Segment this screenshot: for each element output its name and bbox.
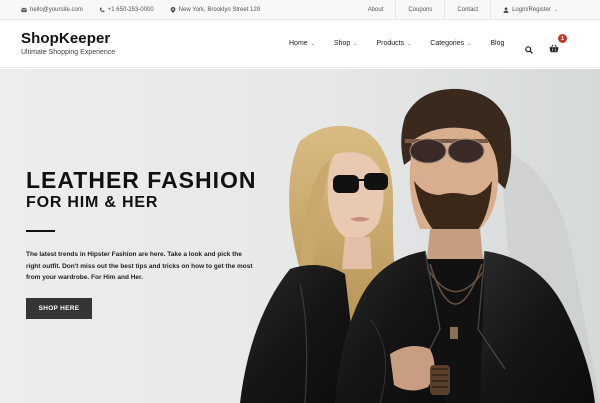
top-bar: hello@yoursite.com +1 650-253-0000 New Y…: [0, 0, 600, 20]
map-marker-icon: [170, 7, 176, 13]
logo-title: ShopKeeper: [21, 30, 111, 47]
nav-products-label: Products: [376, 40, 405, 47]
hero-subtitle: FOR HIM & HER: [26, 194, 159, 211]
hero-divider: [26, 230, 55, 232]
search-icon: [525, 46, 533, 54]
nav-blog[interactable]: Blog: [490, 40, 504, 47]
nav-home-label: Home: [289, 40, 308, 47]
shop-here-button[interactable]: SHOP HERE: [26, 298, 92, 319]
envelope-icon: [21, 7, 27, 13]
topbar-account-label: Login/Register: [512, 7, 551, 13]
chevron-down-icon: ⌄: [353, 40, 358, 47]
topbar-account[interactable]: Login/Register ⌄: [490, 0, 570, 20]
hero-description: The latest trends in Hipster Fashion are…: [26, 251, 253, 281]
search-button[interactable]: [525, 41, 533, 59]
topbar-phone-text: +1 650-253-0000: [107, 7, 154, 13]
logo-tagline: Ultimate Shopping Experience: [21, 49, 116, 56]
nav-blog-label: Blog: [490, 40, 505, 47]
hero-title: LEATHER FASHION: [26, 167, 257, 193]
nav-shop-label: Shop: [333, 40, 351, 47]
shopping-basket-icon: [549, 44, 559, 53]
nav-categories-label: Categories: [430, 40, 465, 47]
main-header: ShopKeeper Ultimate Shopping Experience …: [0, 21, 600, 68]
main-nav: Home ⌄ Shop ⌄ Products ⌄ Categories ⌄ Bl…: [289, 40, 504, 47]
nav-products[interactable]: Products ⌄: [376, 40, 411, 47]
topbar-link-contact[interactable]: Contact: [444, 0, 490, 20]
hero-banner: LEATHER FASHION FOR HIM & HER The latest…: [0, 69, 600, 403]
cart-button[interactable]: 1: [549, 34, 567, 58]
nav-shop[interactable]: Shop ⌄: [334, 40, 358, 47]
nav-home[interactable]: Home ⌄: [289, 40, 315, 47]
chevron-down-icon: ⌄: [467, 40, 472, 47]
site-logo[interactable]: ShopKeeper Ultimate Shopping Experience: [21, 31, 115, 57]
topbar-link-about[interactable]: About: [356, 0, 396, 20]
topbar-link-coupons[interactable]: Coupons: [395, 0, 444, 20]
nav-categories[interactable]: Categories ⌄: [430, 40, 471, 47]
topbar-address-text: New York, Brooklyn Street 129: [178, 7, 261, 13]
chevron-down-icon: ⌄: [407, 40, 412, 47]
user-icon: [503, 7, 509, 13]
topbar-email[interactable]: hello@yoursite.com: [21, 7, 83, 13]
topbar-address: New York, Brooklyn Street 129: [170, 7, 260, 13]
phone-icon: [99, 7, 105, 13]
topbar-phone[interactable]: +1 650-253-0000: [99, 7, 154, 13]
cart-count-badge: 1: [558, 34, 567, 43]
chevron-down-icon: ⌄: [553, 7, 558, 13]
topbar-email-text: hello@yoursite.com: [30, 7, 83, 13]
hero-photo-models: [0, 69, 600, 403]
chevron-down-icon: ⌄: [310, 40, 315, 47]
